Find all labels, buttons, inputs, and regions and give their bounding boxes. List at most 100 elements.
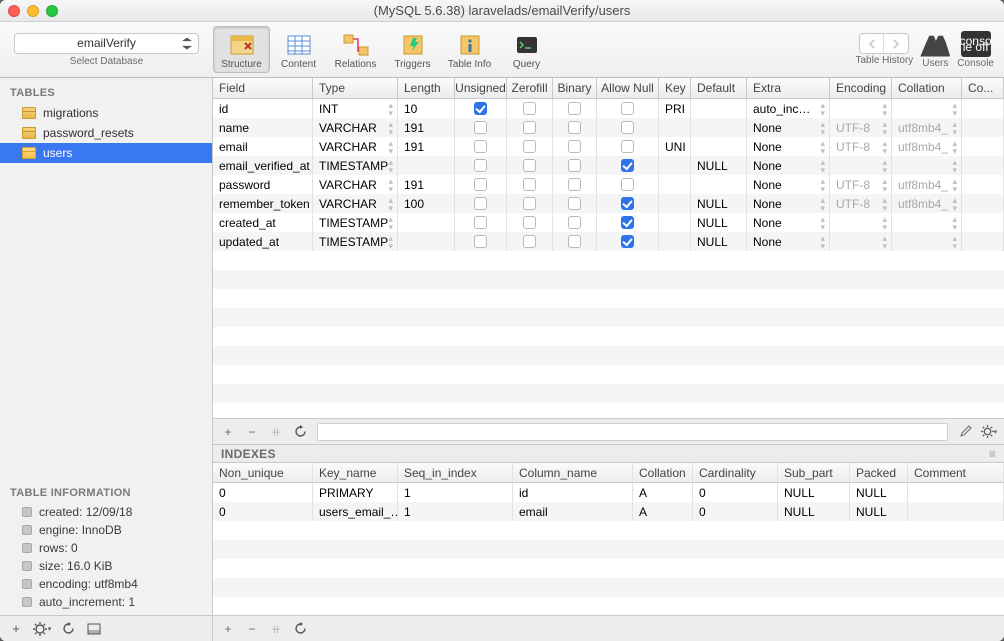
allownull-checkbox[interactable]: [621, 216, 634, 229]
col-hdr-length[interactable]: Length: [398, 78, 455, 98]
idx-hdr-packed[interactable]: Packed: [850, 463, 908, 482]
add-table-button[interactable]: +: [4, 619, 28, 639]
add-column-button[interactable]: +: [217, 423, 239, 441]
zerofill-checkbox[interactable]: [523, 235, 536, 248]
column-row[interactable]: passwordVARCHAR▴▾191None▴▾UTF-8▴▾utf8mb4…: [213, 175, 1004, 194]
unsigned-checkbox[interactable]: [474, 178, 487, 191]
col-hdr-zerofill[interactable]: Zerofill: [507, 78, 553, 98]
zerofill-checkbox[interactable]: [523, 197, 536, 210]
col-hdr-key[interactable]: Key: [659, 78, 691, 98]
unsigned-checkbox[interactable]: [474, 140, 487, 153]
allownull-checkbox[interactable]: [621, 159, 634, 172]
binary-checkbox[interactable]: [568, 159, 581, 172]
col-hdr-unsigned[interactable]: Unsigned: [455, 78, 507, 98]
allownull-checkbox[interactable]: [621, 102, 634, 115]
tab-content[interactable]: Content: [270, 26, 327, 73]
unsigned-checkbox[interactable]: [474, 159, 487, 172]
col-hdr-default[interactable]: Default: [691, 78, 747, 98]
columns-header-row: Field Type Length Unsigned Zerofill Bina…: [213, 78, 1004, 99]
unsigned-checkbox[interactable]: [474, 121, 487, 134]
table-icon: [22, 147, 36, 159]
column-row[interactable]: nameVARCHAR▴▾191None▴▾UTF-8▴▾utf8mb4_▴▾: [213, 118, 1004, 137]
column-row[interactable]: idINT▴▾10PRIauto_inc…▴▾▴▾▴▾: [213, 99, 1004, 118]
add-index-button[interactable]: +: [217, 620, 239, 638]
idx-hdr-keyname[interactable]: Key_name: [313, 463, 398, 482]
toggle-panel-button[interactable]: [82, 619, 106, 639]
window-close[interactable]: [8, 5, 20, 17]
column-row[interactable]: updated_atTIMESTAMP▴▾NULLNone▴▾▴▾▴▾: [213, 232, 1004, 251]
idx-hdr-nonunique[interactable]: Non_unique: [213, 463, 313, 482]
zerofill-checkbox[interactable]: [523, 140, 536, 153]
table-actions-button[interactable]: ▾: [30, 619, 54, 639]
idx-hdr-seq[interactable]: Seq_in_index: [398, 463, 513, 482]
allownull-checkbox[interactable]: [621, 197, 634, 210]
zerofill-checkbox[interactable]: [523, 178, 536, 191]
allownull-checkbox[interactable]: [621, 121, 634, 134]
duplicate-index-button[interactable]: ⧺: [265, 620, 287, 638]
columns-filter-input[interactable]: [317, 423, 948, 441]
sidebar-table-password_resets[interactable]: password_resets: [0, 123, 212, 143]
col-hdr-allownull[interactable]: Allow Null: [597, 78, 659, 98]
refresh-indexes-button[interactable]: [289, 620, 311, 638]
index-row[interactable]: 0PRIMARY1idA0NULLNULL: [213, 483, 1004, 502]
history-back[interactable]: [860, 34, 884, 53]
zerofill-checkbox[interactable]: [523, 216, 536, 229]
allownull-checkbox[interactable]: [621, 140, 634, 153]
zerofill-checkbox[interactable]: [523, 121, 536, 134]
col-hdr-extra[interactable]: Extra: [747, 78, 830, 98]
index-row[interactable]: 0users_email_…1emailA0NULLNULL: [213, 502, 1004, 521]
unsigned-checkbox[interactable]: [474, 235, 487, 248]
tab-table-info[interactable]: Table Info: [441, 26, 498, 73]
idx-hdr-collation[interactable]: Collation: [633, 463, 693, 482]
binary-checkbox[interactable]: [568, 235, 581, 248]
users-icon[interactable]: [920, 31, 950, 57]
col-hdr-type[interactable]: Type: [313, 78, 398, 98]
idx-hdr-cardinality[interactable]: Cardinality: [693, 463, 778, 482]
binary-checkbox[interactable]: [568, 197, 581, 210]
tab-triggers[interactable]: Triggers: [384, 26, 441, 73]
col-hdr-binary[interactable]: Binary: [553, 78, 597, 98]
tab-structure[interactable]: Structure: [213, 26, 270, 73]
binary-checkbox[interactable]: [568, 140, 581, 153]
unsigned-checkbox[interactable]: [474, 216, 487, 229]
col-hdr-collation[interactable]: Collation: [892, 78, 962, 98]
column-row[interactable]: email_verified_atTIMESTAMP▴▾NULLNone▴▾▴▾…: [213, 156, 1004, 175]
sidebar-table-users[interactable]: users: [0, 143, 212, 163]
column-row[interactable]: remember_tokenVARCHAR▴▾100NULLNone▴▾UTF-…: [213, 194, 1004, 213]
history-forward[interactable]: [884, 34, 908, 53]
unsigned-checkbox[interactable]: [474, 102, 487, 115]
edit-column-button[interactable]: [954, 423, 976, 441]
idx-hdr-subpart[interactable]: Sub_part: [778, 463, 850, 482]
allownull-checkbox[interactable]: [621, 178, 634, 191]
idx-hdr-column[interactable]: Column_name: [513, 463, 633, 482]
zerofill-checkbox[interactable]: [523, 159, 536, 172]
remove-index-button[interactable]: −: [241, 620, 263, 638]
binary-checkbox[interactable]: [568, 121, 581, 134]
col-hdr-encoding[interactable]: Encoding: [830, 78, 892, 98]
idx-hdr-comment[interactable]: Comment: [908, 463, 1004, 482]
columns-settings-button[interactable]: ▾: [978, 423, 1000, 441]
refresh-sidebar-button[interactable]: [56, 619, 80, 639]
window-zoom[interactable]: [46, 5, 58, 17]
duplicate-column-button[interactable]: ⧺: [265, 423, 287, 441]
database-select[interactable]: emailVerify: [14, 33, 199, 54]
binary-checkbox[interactable]: [568, 178, 581, 191]
tab-query[interactable]: Query: [498, 26, 555, 73]
zerofill-checkbox[interactable]: [523, 102, 536, 115]
refresh-columns-button[interactable]: [289, 423, 311, 441]
allownull-checkbox[interactable]: [621, 235, 634, 248]
unsigned-checkbox[interactable]: [474, 197, 487, 210]
tab-relations[interactable]: Relations: [327, 26, 384, 73]
column-row[interactable]: created_atTIMESTAMP▴▾NULLNone▴▾▴▾▴▾: [213, 213, 1004, 232]
info-dot-icon: [22, 597, 32, 607]
binary-checkbox[interactable]: [568, 102, 581, 115]
sidebar-table-migrations[interactable]: migrations: [0, 103, 212, 123]
col-hdr-field[interactable]: Field: [213, 78, 313, 98]
window-minimize[interactable]: [27, 5, 39, 17]
column-row[interactable]: emailVARCHAR▴▾191UNINone▴▾UTF-8▴▾utf8mb4…: [213, 137, 1004, 156]
binary-checkbox[interactable]: [568, 216, 581, 229]
console-icon[interactable]: console off: [961, 31, 991, 57]
indexes-collapse-icon[interactable]: ≡: [989, 447, 996, 461]
remove-column-button[interactable]: −: [241, 423, 263, 441]
col-hdr-comment[interactable]: Co...: [962, 78, 1004, 98]
